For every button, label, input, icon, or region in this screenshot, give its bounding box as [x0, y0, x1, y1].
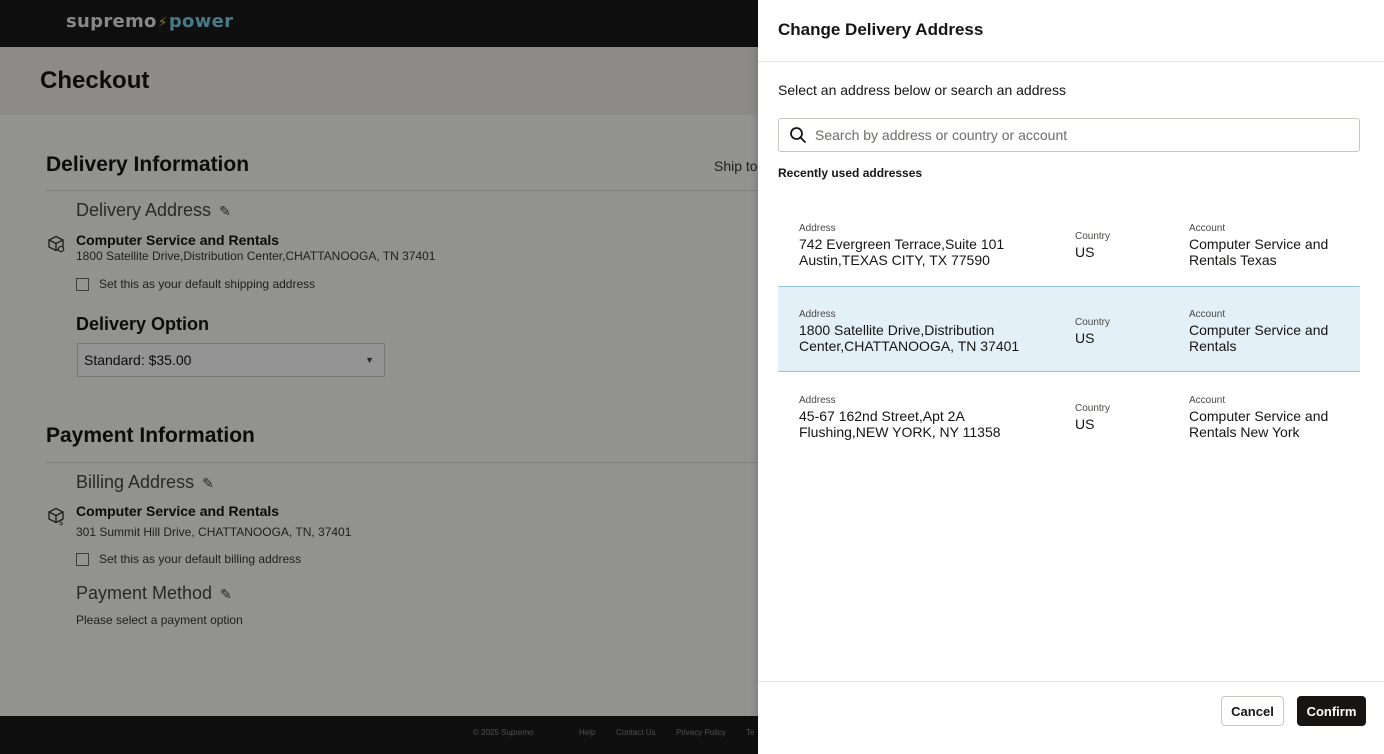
address-search-input[interactable] [815, 127, 1349, 143]
address-row[interactable]: Address 742 Evergreen Terrace,Suite 101 … [778, 200, 1360, 286]
recent-addresses-heading: Recently used addresses [778, 166, 923, 180]
country-cell: Country US [1075, 317, 1111, 346]
address-search[interactable] [778, 118, 1360, 152]
address-cell: Address 45-67 162nd Street,Apt 2A Flushi… [799, 395, 1001, 440]
address-row[interactable]: Address 45-67 162nd Street,Apt 2A Flushi… [778, 372, 1360, 458]
account-cell: Account Computer Service and Rentals [1189, 309, 1329, 354]
search-icon [790, 127, 806, 143]
change-address-drawer: Change Delivery Address Select an addres… [758, 0, 1384, 754]
drawer-footer: Cancel Confirm [758, 681, 1384, 754]
drawer-title: Change Delivery Address [778, 20, 984, 39]
address-cell: Address 742 Evergreen Terrace,Suite 101 … [799, 223, 1005, 268]
cancel-button[interactable]: Cancel [1221, 696, 1284, 726]
confirm-button[interactable]: Confirm [1297, 696, 1366, 726]
address-list: Address 742 Evergreen Terrace,Suite 101 … [778, 200, 1360, 458]
account-cell: Account Computer Service and Rentals New… [1189, 395, 1329, 440]
country-cell: Country US [1075, 231, 1111, 260]
account-cell: Account Computer Service and Rentals Tex… [1189, 223, 1329, 268]
drawer-header: Change Delivery Address [758, 0, 1384, 62]
address-cell: Address 1800 Satellite Drive,Distributio… [799, 309, 1020, 354]
drawer-instructions: Select an address below or search an add… [778, 82, 1066, 98]
modal-overlay[interactable] [0, 0, 758, 754]
address-row-selected[interactable]: Address 1800 Satellite Drive,Distributio… [778, 286, 1360, 372]
country-cell: Country US [1075, 403, 1111, 432]
